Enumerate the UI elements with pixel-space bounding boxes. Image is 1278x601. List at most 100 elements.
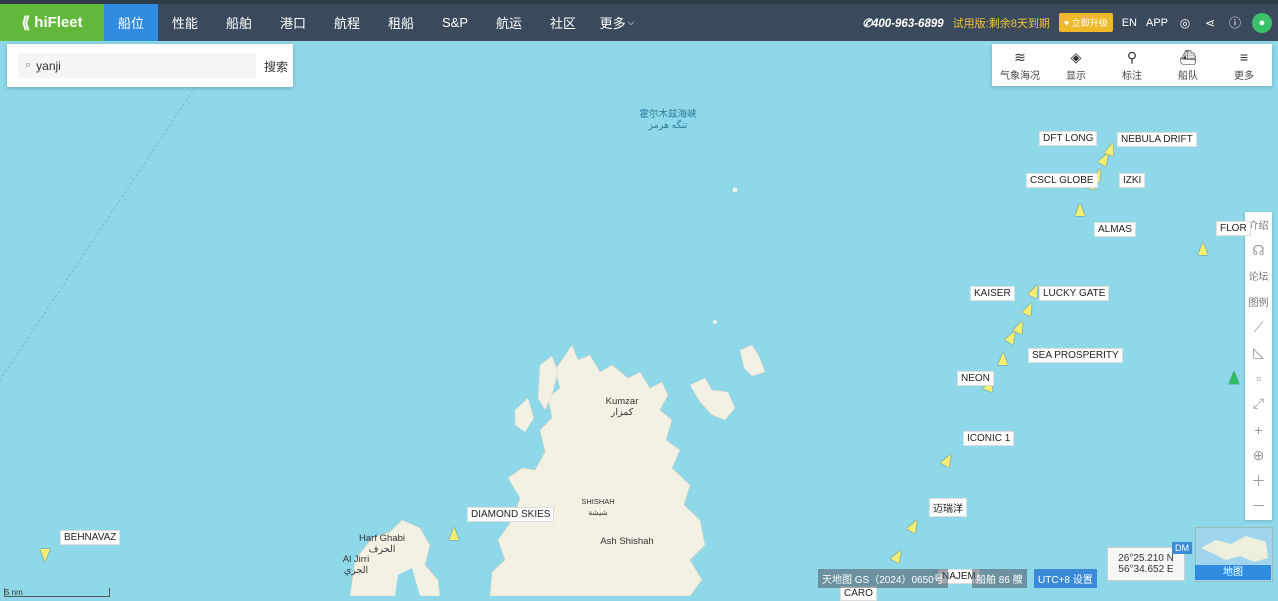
timezone-setting[interactable]: UTC+8 设置 <box>1034 569 1097 588</box>
nav-item-chartering[interactable]: 租船 <box>374 4 428 41</box>
tool-fleet[interactable]: ⛴ 船队 <box>1160 44 1216 86</box>
help-icon[interactable]: ⓘ <box>1227 15 1243 31</box>
pin-icon: ⚲ <box>1126 48 1138 65</box>
nav-item-performance[interactable]: 性能 <box>158 4 212 41</box>
nav-item-position[interactable]: 船位 <box>104 4 158 41</box>
nav-item-more[interactable]: 更多 ⌵ <box>590 4 644 41</box>
language-switch[interactable]: EN <box>1122 17 1137 29</box>
map-toolbar: ≋ 气象海况 ◈ 显示 ⚲ 标注 ⛴ 船队 ≡ 更多 <box>992 44 1272 86</box>
search-input[interactable] <box>31 57 239 74</box>
brand-logo[interactable]: ⟪ hiFleet <box>0 4 104 41</box>
ship-marker[interactable] <box>449 527 459 540</box>
search-panel: ⌕ 搜索 <box>7 44 293 87</box>
tool-label: 气象海况 <box>1000 70 1040 82</box>
tool-annotate[interactable]: ⚲ 标注 <box>1104 44 1160 86</box>
nav-item-ports[interactable]: 港口 <box>266 4 320 41</box>
ship-label[interactable]: IZKI <box>1119 173 1146 188</box>
shishah-en: SHISHAH <box>581 497 615 506</box>
logo-mark-icon: ⟪ <box>21 14 31 32</box>
side-legend[interactable]: 图例 <box>1245 289 1272 315</box>
headset-icon[interactable]: ☊ <box>1245 238 1272 264</box>
app-link[interactable]: APP <box>1146 17 1168 29</box>
zoom-out-icon[interactable]: － <box>1245 494 1272 520</box>
tool-display[interactable]: ◈ 显示 <box>1048 44 1104 86</box>
chevron-down-icon: ⌵ <box>627 17 635 27</box>
main-nav: 船位 性能 船舶 港口 航程 租船 S&P 航运 社区 更多 ⌵ <box>104 4 644 41</box>
ship-label[interactable]: CSCL GLOBE <box>1026 173 1098 188</box>
angle-icon[interactable]: ◺ <box>1245 340 1272 366</box>
tool-label: 标注 <box>1122 70 1142 82</box>
ship-label[interactable]: CARO <box>840 586 877 601</box>
tool-weather[interactable]: ≋ 气象海况 <box>992 44 1048 86</box>
jirri-ar: الجري <box>343 565 369 576</box>
fullscreen-icon[interactable]: ⤢ <box>1245 391 1272 417</box>
ship-marker[interactable] <box>1198 242 1208 255</box>
upgrade-label: 立即升级 <box>1071 18 1108 28</box>
ship-marker[interactable] <box>998 352 1008 365</box>
phone-icon: ✆ <box>862 17 873 30</box>
top-nav: ⟪ hiFleet 船位 性能 船舶 港口 航程 租船 S&P 航运 社区 更多… <box>0 4 1278 41</box>
ship-label[interactable]: 迈瑞洋 <box>929 498 967 517</box>
ship-label[interactable]: FLOR <box>1216 221 1251 236</box>
ship-label[interactable]: ALMAS <box>1094 222 1136 237</box>
phone-text: 400-963-6899 <box>872 17 944 30</box>
ship-label[interactable]: DIAMOND SKIES <box>467 507 555 522</box>
tool-more[interactable]: ≡ 更多 <box>1216 44 1272 86</box>
place-shishah: SHISHAH شيشة <box>572 496 624 518</box>
nav-label: 航运 <box>495 16 522 31</box>
place-strait: 霍尔木兹海峡 تنگه هرمز <box>628 109 708 131</box>
brand-name: hiFleet <box>34 14 83 31</box>
nav-item-voyage[interactable]: 航程 <box>320 4 374 41</box>
ship-marker[interactable] <box>40 549 50 562</box>
nav-label: 船位 <box>117 16 144 31</box>
kumzar-en: Kumzar <box>605 396 639 407</box>
share-icon[interactable]: ⋖ <box>1202 15 1218 31</box>
ship-label[interactable]: KAISER <box>970 286 1015 301</box>
ship-label[interactable]: NEON <box>957 371 994 386</box>
ship-marker-green[interactable] <box>1229 371 1239 384</box>
ship-label[interactable]: NEBULA DRIFT <box>1117 132 1197 147</box>
shishah-ar: شيشة <box>588 508 608 517</box>
fleet-icon: ⛴ <box>1179 48 1197 65</box>
nav-item-shipping[interactable]: 航运 <box>482 4 536 41</box>
nav-label: 租船 <box>387 16 414 31</box>
user-avatar-icon[interactable]: ● <box>1252 12 1272 33</box>
blank-icon[interactable]: ▫ <box>1245 366 1272 392</box>
locate-icon[interactable]: ⊕ <box>1245 442 1272 468</box>
trial-notice: 试用版:剩余8天到期 <box>952 17 1050 30</box>
ship-marker[interactable] <box>1075 203 1085 216</box>
nav-item-ships[interactable]: 船舶 <box>212 4 266 41</box>
nav-label: 社区 <box>549 16 576 31</box>
ship-label[interactable]: DFT LONG <box>1039 131 1098 146</box>
strait-fa: تنگه هرمز <box>648 120 688 131</box>
harf-en: Harf Ghabi <box>359 533 405 544</box>
zoom-in-icon[interactable]: ＋ <box>1245 468 1272 494</box>
ship-label[interactable]: ICONIC 1 <box>963 431 1015 446</box>
header-tools: ✆400-963-6899 试用版:剩余8天到期 ♥ 立即升级 EN APP ◎… <box>862 4 1272 41</box>
longitude: 56°34.652 E <box>1118 564 1174 575</box>
search-button[interactable]: 搜索 <box>264 58 288 75</box>
place-harf: Harf Ghabi الحرف <box>352 533 412 555</box>
map-source: 天地图 GS（2024）0650号 <box>818 569 948 588</box>
minimap-button[interactable]: 地图 <box>1195 565 1271 580</box>
wind-icon: ≋ <box>1014 48 1026 65</box>
side-forum[interactable]: 论坛 <box>1245 263 1272 289</box>
ruler-icon[interactable]: ⟋ <box>1245 314 1272 340</box>
side-toolbar: 介绍 ☊ 论坛 图例 ⟋ ◺ ▫ ⤢ + ⊕ ＋ － <box>1245 212 1272 520</box>
nav-label: 港口 <box>279 16 306 31</box>
jirri-en: Al Jirri <box>342 554 370 565</box>
ship-label[interactable]: SEA PROSPERITY <box>1028 348 1123 363</box>
ship-label[interactable]: BEHNAVAZ <box>60 530 121 545</box>
upgrade-button[interactable]: ♥ 立即升级 <box>1058 13 1113 32</box>
phone-number[interactable]: ✆400-963-6899 <box>862 16 943 30</box>
latitude: 26°25.210 N <box>1118 553 1174 564</box>
nav-item-community[interactable]: 社区 <box>536 4 590 41</box>
wechat-icon[interactable]: ◎ <box>1177 15 1193 31</box>
ship-label[interactable]: LUCKY GATE <box>1039 286 1110 301</box>
nav-label: 航程 <box>333 16 360 31</box>
crosshair-icon[interactable]: + <box>1245 417 1272 443</box>
coord-mode-toggle[interactable]: DM <box>1172 542 1192 554</box>
nav-item-sp[interactable]: S&P <box>428 4 482 41</box>
nav-label: 性能 <box>171 16 198 31</box>
tool-label: 更多 <box>1234 70 1254 82</box>
